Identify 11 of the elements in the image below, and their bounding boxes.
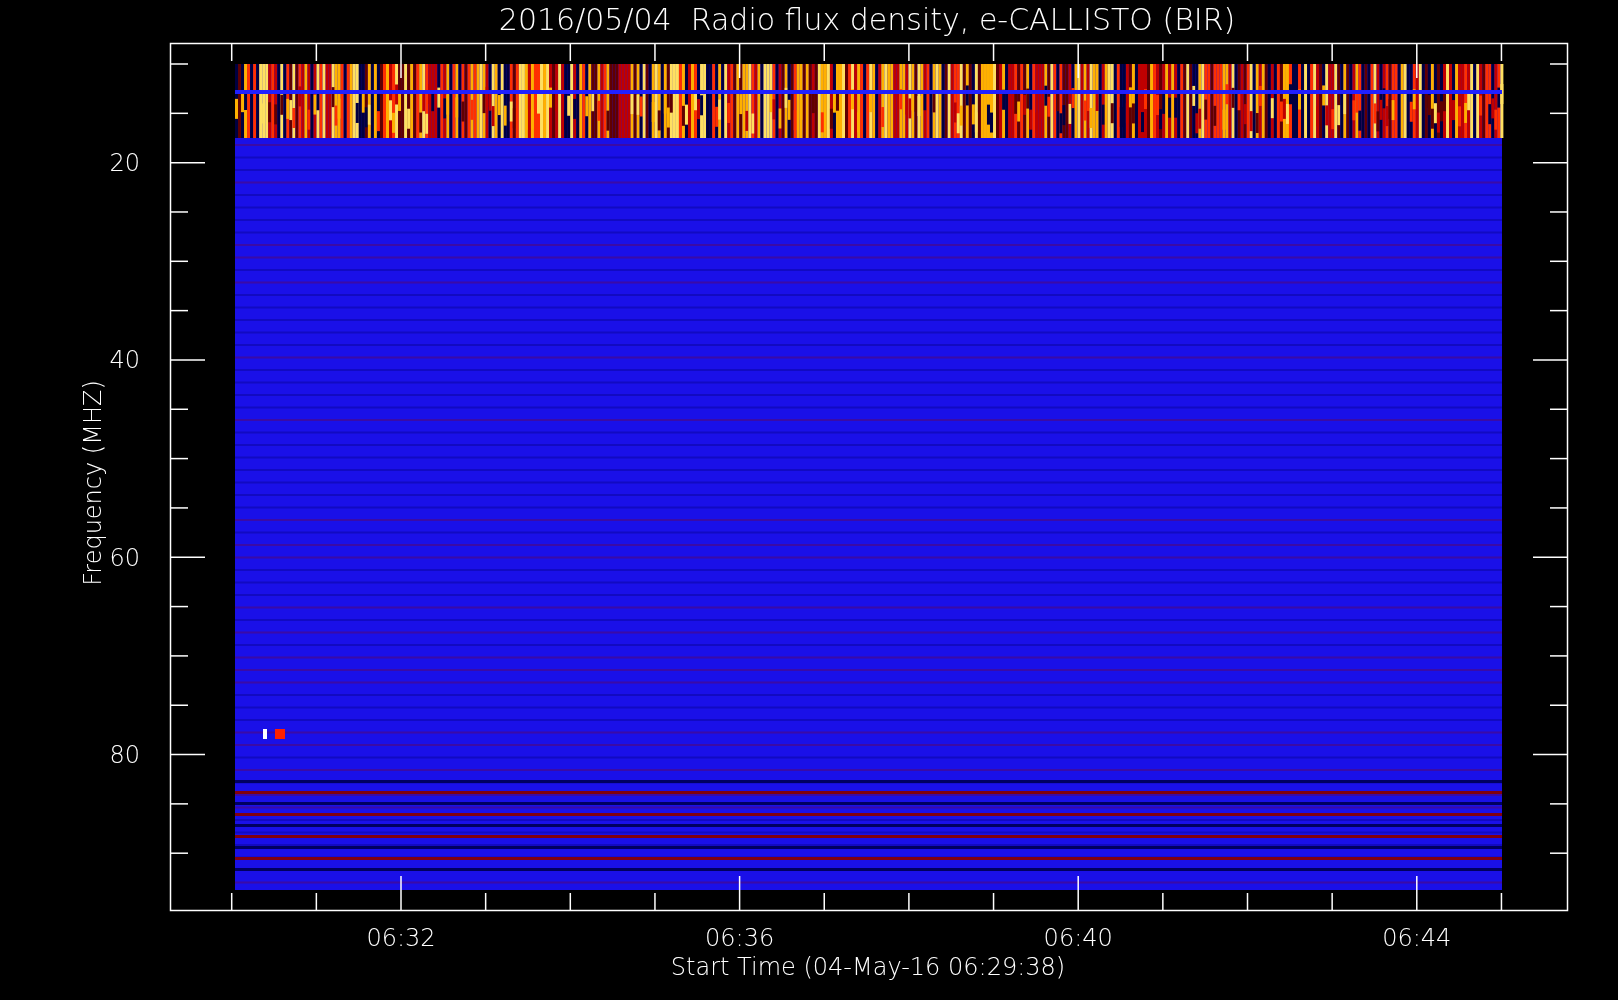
x-axis-label: Start Time (04-May-16 06:29:38): [670, 953, 1066, 981]
x-tick-label: 06:40: [1043, 924, 1113, 952]
y-tick-label: 20: [109, 149, 140, 177]
x-tick-label: 06:32: [366, 924, 436, 952]
y-axis-label: Frequency (MHZ): [79, 380, 107, 586]
y-tick-label: 40: [109, 346, 140, 375]
x-tick-label: 06:44: [1382, 924, 1452, 952]
y-tick-label: 60: [109, 543, 140, 572]
y-tick-label: 80: [109, 740, 140, 769]
x-tick-label: 06:36: [705, 924, 775, 952]
chart-title: 2016/05/04 Radio flux density, e-CALLISTO (BIR): [498, 2, 1236, 37]
